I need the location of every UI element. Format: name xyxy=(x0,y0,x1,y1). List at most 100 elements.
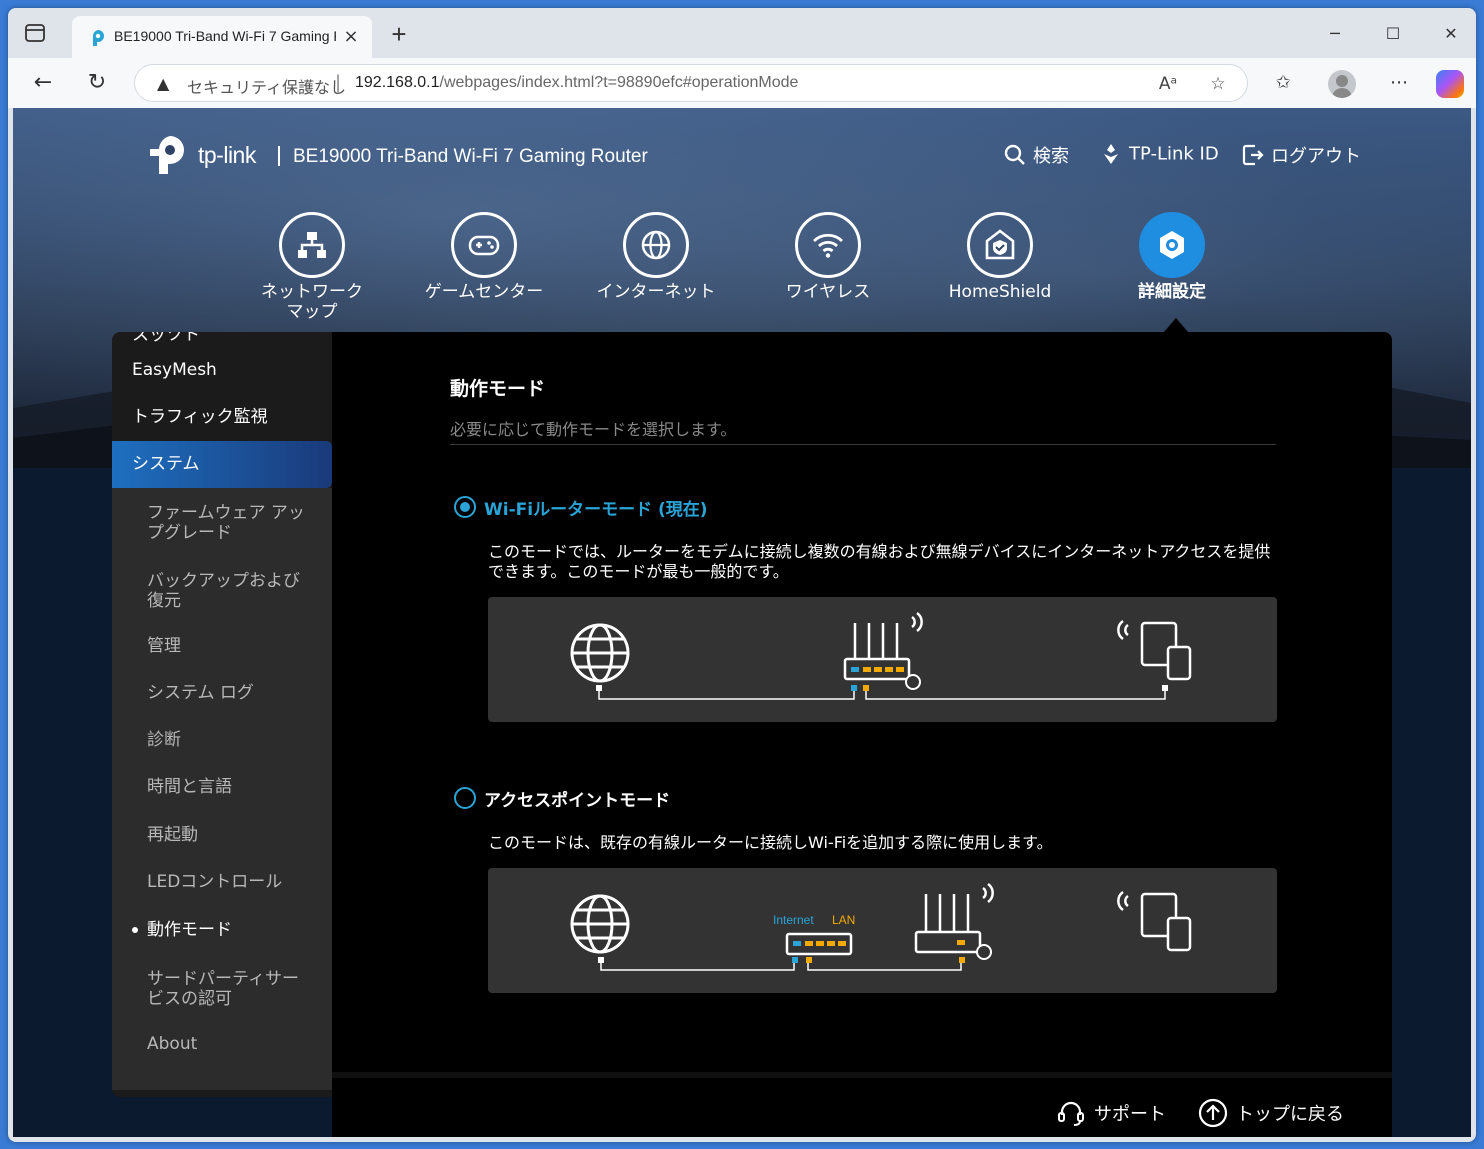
network-map-icon xyxy=(279,212,345,278)
more-menu-icon[interactable]: ⋯ xyxy=(1386,70,1412,96)
nav-label: インターネット xyxy=(596,282,716,302)
nav-wireless[interactable]: ワイヤレス xyxy=(758,212,898,302)
content-panel: 動作モード 必要に応じて動作モードを選択します。 Wi-Fiルーターモード (現… xyxy=(332,332,1392,1072)
devices-icon xyxy=(1117,890,1192,952)
ap-mode-radio[interactable] xyxy=(454,787,476,809)
sidenav-sub-operation-mode[interactable]: 動作モード xyxy=(112,906,332,953)
nav-label: 詳細設定 xyxy=(1138,282,1206,302)
sidenav-sub-thirdparty[interactable]: サードパーティサービスの認可 xyxy=(112,953,332,1025)
nav-label: ネットワーク マップ xyxy=(261,282,363,322)
close-window-icon[interactable]: ✕ xyxy=(1438,22,1464,46)
address-bar[interactable]: ▲ セキュリティ保護なし | 192.168.0.1/webpages/inde… xyxy=(134,64,1248,102)
favorites-list-icon[interactable]: ✩ xyxy=(1270,70,1296,96)
globe-icon xyxy=(570,623,630,683)
sidenav-item-easymesh[interactable]: EasyMesh xyxy=(112,347,332,394)
sidenav-item-cut[interactable]: スッツト xyxy=(112,332,332,344)
sidebar-toggle-icon[interactable] xyxy=(24,22,46,44)
logout-icon xyxy=(1242,144,1264,166)
system-submenu: ファームウェア アップグレード バックアップおよび復元 管理 システム ログ 診… xyxy=(112,488,332,1090)
tplink-logo-icon xyxy=(150,136,184,174)
favorite-star-icon[interactable]: ☆ xyxy=(1207,73,1229,95)
sidenav-sub-about[interactable]: About xyxy=(112,1025,332,1063)
main-nav: ネットワーク マップ ゲームセンター インターネット ワイヤレス HomeShi… xyxy=(13,212,1471,332)
search-label: 検索 xyxy=(1033,146,1069,167)
profile-avatar[interactable] xyxy=(1328,70,1356,98)
arrow-up-circle-icon xyxy=(1198,1098,1228,1128)
router-mode-description: このモードでは、ルーターをモデムに接続し複数の有線および無線デバイスにインターネ… xyxy=(488,542,1271,581)
globe-icon xyxy=(570,894,630,954)
sidenav-sub-admin[interactable]: 管理 xyxy=(112,622,332,669)
wifi-icon xyxy=(795,212,861,278)
tab-close-icon[interactable]: × xyxy=(340,26,362,48)
maximize-icon[interactable]: ☐ xyxy=(1380,22,1406,46)
router-mode-diagram xyxy=(488,597,1277,722)
tplink-id-icon xyxy=(1104,144,1118,164)
router-topology-diagram xyxy=(570,611,1192,700)
back-arrow-icon[interactable]: ← xyxy=(28,68,58,98)
search-link[interactable]: 検索 xyxy=(1003,142,1069,170)
support-label: サポート xyxy=(1094,1104,1166,1125)
security-label[interactable]: セキュリティ保護なし xyxy=(187,74,346,98)
back-to-top-link[interactable]: トップに戻る xyxy=(1198,1098,1344,1128)
side-nav: スッツト EasyMesh トラフィック監視 システム ファームウェア アップグ… xyxy=(112,332,332,1097)
sidenav-item-traffic[interactable]: トラフィック監視 xyxy=(112,394,332,441)
brand-divider xyxy=(278,146,280,166)
sidenav-item-system[interactable]: システム xyxy=(112,441,332,488)
address-separator: | xyxy=(335,72,342,93)
sidenav-sub-syslog[interactable]: システム ログ xyxy=(112,669,332,716)
ap-mode-diagram: Internet LAN xyxy=(488,868,1277,993)
nav-label: HomeShield xyxy=(948,282,1052,302)
router-mode-radio[interactable] xyxy=(454,496,476,518)
nav-label: ゲームセンター xyxy=(424,282,544,302)
homeshield-icon xyxy=(967,212,1033,278)
router-mode-title[interactable]: Wi-Fiルーターモード (現在) xyxy=(484,495,708,520)
sidenav-sub-reboot[interactable]: 再起動 xyxy=(112,811,332,858)
model-name: BE19000 Tri-Band Wi-Fi 7 Gaming Router xyxy=(293,146,648,167)
support-link[interactable]: サポート xyxy=(1056,1098,1166,1128)
tplink-id-label: TP-Link ID xyxy=(1129,143,1219,165)
sidenav-sub-backup[interactable]: バックアップおよび復元 xyxy=(112,562,332,620)
ap-mode-title[interactable]: アクセスポイントモード xyxy=(484,786,670,811)
search-icon xyxy=(1004,144,1025,165)
gamepad-icon xyxy=(451,212,517,278)
sidenav-sub-diagnostics[interactable]: 診断 xyxy=(112,716,332,763)
globe-icon xyxy=(623,212,689,278)
read-aloud-icon[interactable]: Aᵃ xyxy=(1157,73,1179,95)
ap-topology-diagram: Internet LAN xyxy=(570,882,1192,971)
tab-strip: BE19000 Tri-Band Wi-Fi 7 Gaming Router ×… xyxy=(8,8,1476,58)
sidenav-sub-firmware[interactable]: ファームウェア アップグレード xyxy=(112,494,332,552)
copilot-icon[interactable] xyxy=(1436,70,1464,98)
nav-game-center[interactable]: ゲームセンター xyxy=(414,212,554,302)
internet-port-label: Internet xyxy=(773,913,814,927)
browser-window: BE19000 Tri-Band Wi-Fi 7 Gaming Router ×… xyxy=(8,8,1476,1142)
logout-link[interactable]: ログアウト xyxy=(1241,142,1361,170)
nav-internet[interactable]: インターネット xyxy=(586,212,726,302)
browser-tab[interactable]: BE19000 Tri-Band Wi-Fi 7 Gaming Router × xyxy=(72,16,372,58)
new-tab-button[interactable]: + xyxy=(386,21,412,48)
content-footer: サポート トップに戻る xyxy=(332,1072,1392,1137)
divider xyxy=(450,444,1276,445)
minimize-icon[interactable]: ─ xyxy=(1322,22,1348,46)
page-title: 動作モード xyxy=(450,378,546,400)
headset-icon xyxy=(1058,1101,1084,1126)
page-subtitle: 必要に応じて動作モードを選択します。 xyxy=(450,420,737,439)
lan-port-label: LAN xyxy=(832,913,855,927)
tab-title: BE19000 Tri-Band Wi-Fi 7 Gaming Router xyxy=(114,28,336,44)
back-to-top-label: トップに戻る xyxy=(1236,1104,1344,1125)
tplink-favicon-icon xyxy=(92,30,104,46)
reload-icon[interactable]: ↻ xyxy=(82,68,112,98)
nav-network-map[interactable]: ネットワーク マップ xyxy=(242,212,382,322)
warning-icon: ▲ xyxy=(157,74,170,93)
url-text[interactable]: 192.168.0.1/webpages/index.html?t=98890e… xyxy=(355,74,798,92)
tplink-id-link[interactable]: TP-Link ID xyxy=(1099,142,1219,170)
logout-label: ログアウト xyxy=(1271,146,1361,167)
active-dot xyxy=(132,926,138,933)
page-viewport: tp-link BE19000 Tri-Band Wi-Fi 7 Gaming … xyxy=(13,108,1471,1137)
nav-homeshield[interactable]: HomeShield xyxy=(930,212,1070,302)
nav-label: ワイヤレス xyxy=(785,282,871,302)
browser-toolbar: ← ↻ ▲ セキュリティ保護なし | 192.168.0.1/webpages/… xyxy=(8,58,1476,108)
sidenav-sub-time[interactable]: 時間と言語 xyxy=(112,763,332,811)
nav-advanced[interactable]: 詳細設定 xyxy=(1102,212,1242,302)
sidenav-sub-label: 動作モード xyxy=(147,919,232,940)
sidenav-sub-led[interactable]: LEDコントロール xyxy=(112,858,332,906)
